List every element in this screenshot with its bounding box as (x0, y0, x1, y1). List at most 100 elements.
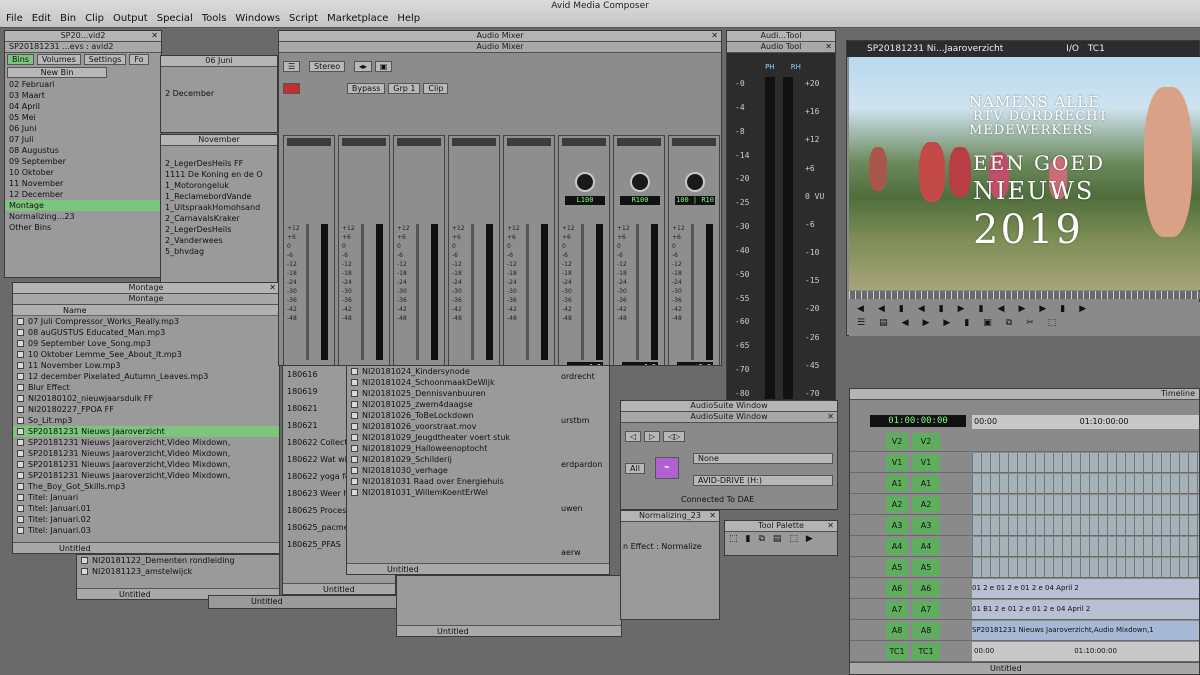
list-item[interactable]: 12 december Pixelated_Autumn_Leaves.mp3 (13, 371, 279, 382)
track-record[interactable]: A1 (912, 475, 940, 492)
record-icon[interactable]: ● (283, 83, 300, 94)
track-source[interactable]: A2 (886, 496, 908, 513)
menu-windows[interactable]: Windows (235, 13, 280, 24)
track-clip[interactable] (972, 558, 1199, 577)
stereo-button[interactable]: Stereo (309, 61, 346, 72)
grp-button[interactable]: Grp 1 (388, 83, 421, 94)
list-item[interactable]: 09 September Love_Song.mp3 (13, 338, 279, 349)
track-record[interactable]: V1 (912, 454, 940, 471)
record-monitor-io[interactable]: I/O (1066, 44, 1079, 54)
list-item[interactable]: Normalizing...23 (5, 211, 161, 222)
list-item[interactable]: The_Boy_Got_Skills.mp3 (13, 481, 279, 492)
menu-bin[interactable]: Bin (60, 13, 76, 24)
list-item[interactable]: 2_LegerDesHeils (161, 224, 277, 235)
list-item[interactable]: 2_LegerDesHeils FF (161, 158, 277, 169)
track-clip[interactable]: 01 B1 2 e 01 2 e 01 2 e 04 April 2 (972, 600, 1199, 619)
list-item[interactable]: NI20181122_Dementen rondleiding (77, 555, 279, 566)
menu-output[interactable]: Output (113, 13, 148, 24)
bins-window-titlebar[interactable]: SP20...vid2 ✕ (5, 31, 161, 42)
list-item[interactable]: 1_ReclamebordVande (161, 191, 277, 202)
record-monitor-video[interactable]: NAMENS ALLE RTV DORDRECHT MEDEWERKERS EE… (849, 57, 1200, 290)
mixer-icon-button-2[interactable]: ▣ (374, 61, 393, 72)
list-item[interactable]: 1111 De Koning en de O (161, 169, 277, 180)
list-item[interactable]: SP20181231 Nieuws Jaaroverzicht,Video Mi… (13, 470, 279, 481)
tab-fo[interactable]: Fo (129, 54, 149, 65)
list-item[interactable]: 2_CarnavalsKraker (161, 213, 277, 224)
list-item[interactable]: 2_Vanderwees (161, 235, 277, 246)
timeline-ruler[interactable]: 00:00 01:10:00:00 (972, 415, 1199, 429)
list-item[interactable]: 07 Juli Compressor_Works_Really.mp3 (13, 316, 279, 327)
november-bin-titlebar[interactable]: November (161, 135, 277, 146)
list-item[interactable]: 1_Motorongeluk (161, 180, 277, 191)
position-bar[interactable] (849, 291, 1200, 299)
list-item[interactable]: 05 Mei (5, 112, 161, 123)
track-clip[interactable] (972, 516, 1199, 535)
list-item[interactable]: 03 Maart (5, 90, 161, 101)
track-source[interactable]: A6 (886, 580, 908, 597)
audio-mixer-titlebar[interactable]: Audio Mixer ✕ (279, 31, 721, 42)
list-item[interactable]: Blur Effect (13, 382, 279, 393)
menu-file[interactable]: File (6, 13, 23, 24)
list-item[interactable]: NI20180102_nieuwjaarsduik FF (13, 393, 279, 404)
tool-palette-titlebar[interactable]: Tool Palette ✕ (725, 521, 837, 532)
close-icon[interactable]: ✕ (825, 42, 832, 52)
list-item[interactable]: NI20181123_amstelwijck (77, 566, 279, 577)
transport-row-1[interactable]: ◀◀▮◀▮▶▮◀▶▶▮▶ (849, 302, 1200, 316)
list-item[interactable]: Other Bins (5, 222, 161, 233)
list-item[interactable]: Titel: Januari.02 (13, 514, 279, 525)
track-record[interactable]: A8 (912, 622, 940, 639)
audio-tool-tab[interactable]: Audio Tool ✕ (727, 42, 835, 53)
list-item[interactable]: 11 November Low.mp3 (13, 360, 279, 371)
track-record[interactable]: A3 (912, 517, 940, 534)
track-source[interactable]: A7 (886, 601, 908, 618)
timeline-timecode[interactable]: 01:00:00:00 (870, 415, 966, 427)
as-button-2[interactable]: ▷ (644, 431, 661, 442)
close-icon[interactable]: ✕ (269, 283, 276, 293)
track-record[interactable]: A7 (912, 601, 940, 618)
fader-track[interactable] (526, 224, 529, 360)
list-item[interactable]: 09 September (5, 156, 161, 167)
track-source[interactable]: A3 (886, 517, 908, 534)
track-source[interactable]: TC1 (886, 643, 908, 660)
menu-edit[interactable]: Edit (32, 13, 51, 24)
record-monitor-title[interactable]: SP20181231 Ni...Jaaroverzicht (867, 44, 1003, 54)
track-record[interactable]: A2 (912, 496, 940, 513)
track-source[interactable]: V2 (886, 433, 908, 450)
list-item[interactable]: Titel: Januari.01 (13, 503, 279, 514)
list-item[interactable]: SP20181231 Nieuws Jaaroverzicht,Video Mi… (13, 459, 279, 470)
as-track-select[interactable]: None (693, 453, 833, 464)
date-bin-row[interactable]: 2 December (161, 89, 277, 99)
track-clip[interactable] (972, 474, 1199, 493)
track-record[interactable]: A5 (912, 559, 940, 576)
list-item[interactable]: Titel: Januari (13, 492, 279, 503)
fader-track[interactable] (306, 224, 309, 360)
list-item[interactable]: NI20180227_FPOA FF (13, 404, 279, 415)
close-icon[interactable]: ✕ (827, 412, 834, 422)
track-record[interactable]: A4 (912, 538, 940, 555)
track-source[interactable]: V1 (886, 454, 908, 471)
tab-bins[interactable]: Bins (7, 54, 34, 65)
fader-track[interactable] (416, 224, 419, 360)
track-source[interactable]: A1 (886, 475, 908, 492)
close-icon[interactable]: ✕ (827, 521, 834, 531)
list-item[interactable]: 11 November (5, 178, 161, 189)
close-icon[interactable]: ✕ (151, 31, 158, 41)
pan-knob-icon[interactable] (685, 172, 705, 192)
menu-clip[interactable]: Clip (85, 13, 104, 24)
fader-track[interactable] (581, 224, 584, 360)
menu-script[interactable]: Script (289, 13, 318, 24)
list-item[interactable]: 10 Oktober (5, 167, 161, 178)
audio-mixer-tab[interactable]: Audio Mixer (279, 42, 721, 53)
close-icon[interactable]: ✕ (711, 31, 718, 41)
track-record[interactable]: TC1 (912, 643, 940, 660)
as-button-3[interactable]: ◁▷ (663, 431, 686, 442)
list-item[interactable]: 10 Oktober Lemme_See_About_It.mp3 (13, 349, 279, 360)
list-item[interactable]: Titel: Januari.03 (13, 525, 279, 536)
clip-button[interactable]: Clip (423, 83, 449, 94)
list-item[interactable]: 04 April (5, 101, 161, 112)
audiosuite-tab[interactable]: AudioSuite Window ✕ (621, 412, 837, 423)
list-item[interactable]: SP20181231 Nieuws Jaaroverzicht,Video Mi… (13, 448, 279, 459)
menu-tools[interactable]: Tools (202, 13, 227, 24)
pan-knob-icon[interactable] (630, 172, 650, 192)
list-item[interactable]: So_Lit.mp3 (13, 415, 279, 426)
